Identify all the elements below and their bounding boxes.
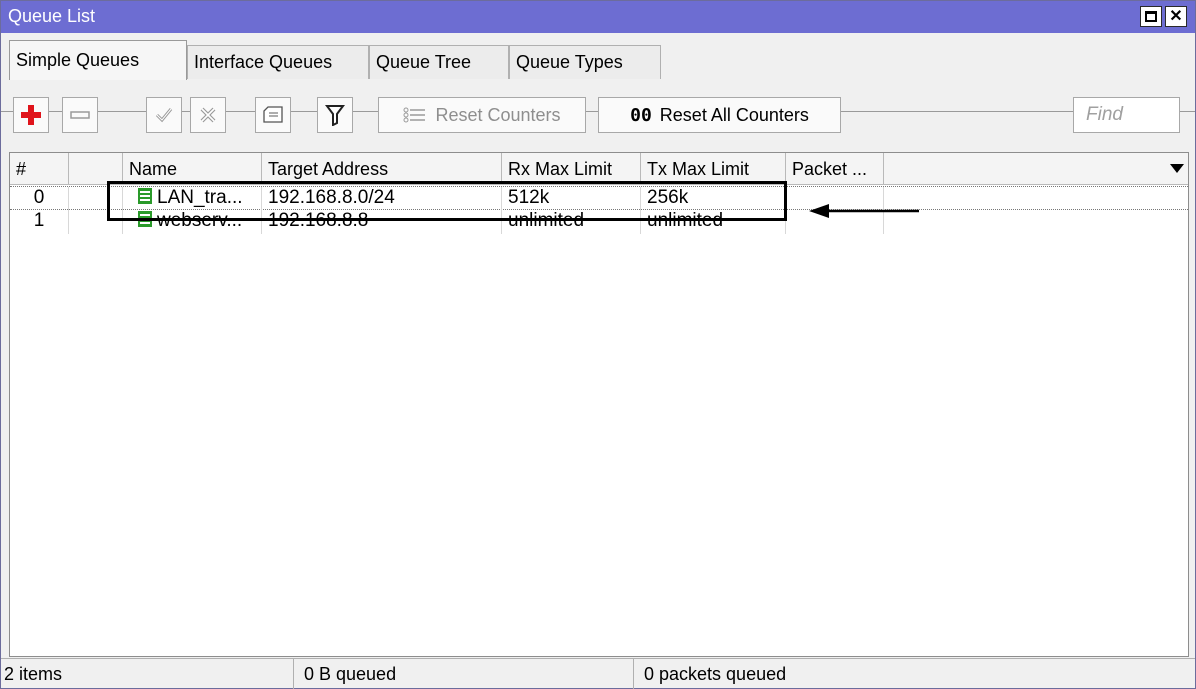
column-header-flags[interactable] — [69, 153, 123, 185]
row-name-cell: webserv... — [123, 210, 262, 234]
add-button[interactable] — [13, 97, 49, 133]
column-header-number[interactable]: # — [10, 153, 69, 185]
cross-icon — [200, 107, 216, 123]
remove-button[interactable] — [62, 97, 98, 133]
column-menu-icon[interactable] — [1170, 164, 1184, 173]
row-flags — [69, 187, 123, 211]
reset-counters-icon — [403, 107, 426, 123]
reset-all-counters-button[interactable]: 00 Reset All Counters — [598, 97, 841, 133]
simple-queue-icon — [138, 188, 152, 205]
row-number: 1 — [10, 210, 69, 234]
disable-button[interactable] — [190, 97, 226, 133]
comment-button[interactable] — [255, 97, 291, 133]
row-target-address: 192.168.8.8 — [262, 210, 502, 234]
column-header-target-address[interactable]: Target Address — [262, 153, 502, 185]
minus-icon — [70, 111, 90, 119]
toolbar: Reset Counters 00 Reset All Counters Fin… — [1, 80, 1195, 152]
status-item-count: 2 items — [1, 659, 294, 689]
row-rx-max-limit: unlimited — [502, 210, 641, 234]
simple-queue-icon — [138, 211, 152, 228]
queue-list-window: Queue List ✕ Simple Queues Interface Que… — [0, 0, 1196, 689]
close-button[interactable]: ✕ — [1165, 6, 1187, 27]
table-row[interactable]: 0 LAN_tra... 192.168.8.0/24 512k 256k — [10, 186, 1188, 211]
maximize-icon — [1145, 11, 1157, 22]
find-input[interactable]: Find — [1073, 97, 1180, 133]
status-bar: 2 items 0 B queued 0 packets queued — [1, 658, 1195, 689]
plus-icon — [21, 105, 41, 125]
row-target-address: 192.168.8.0/24 — [262, 187, 502, 211]
row-name-cell: LAN_tra... — [123, 187, 262, 211]
row-tx-max-limit: unlimited — [641, 210, 786, 234]
table-row[interactable]: 1 webserv... 192.168.8.8 unlimited unlim… — [10, 210, 1188, 234]
row-packet-marks — [786, 187, 884, 211]
row-name: webserv... — [157, 210, 243, 231]
tab-interface-queues[interactable]: Interface Queues — [187, 45, 369, 79]
column-header-name[interactable]: Name — [123, 153, 262, 185]
status-bytes-queued: 0 B queued — [301, 659, 634, 689]
tab-queue-tree[interactable]: Queue Tree — [369, 45, 509, 79]
row-flags — [69, 210, 123, 234]
check-icon — [155, 108, 173, 123]
filter-icon — [325, 105, 345, 126]
row-name: LAN_tra... — [157, 187, 243, 208]
column-header-tx-max-limit[interactable]: Tx Max Limit — [641, 153, 786, 185]
row-tx-max-limit: 256k — [641, 187, 786, 211]
queue-table: # Name Target Address Rx Max Limit Tx Ma… — [9, 152, 1189, 657]
comment-icon — [263, 106, 283, 123]
column-header-packet-marks[interactable]: Packet ... — [786, 153, 884, 185]
reset-counters-button[interactable]: Reset Counters — [378, 97, 586, 133]
tab-bar: Simple Queues Interface Queues Queue Tre… — [1, 33, 1195, 112]
reset-all-counters-label: Reset All Counters — [659, 104, 809, 125]
maximize-button[interactable] — [1140, 6, 1162, 27]
tab-simple-queues[interactable]: Simple Queues — [9, 40, 187, 80]
row-rx-max-limit: 512k — [502, 187, 641, 211]
column-header-rx-max-limit[interactable]: Rx Max Limit — [502, 153, 641, 185]
row-packet-marks — [786, 210, 884, 234]
tab-queue-types[interactable]: Queue Types — [509, 45, 661, 79]
row-number: 0 — [10, 187, 69, 211]
table-header: # Name Target Address Rx Max Limit Tx Ma… — [10, 153, 1188, 185]
close-icon: ✕ — [1169, 7, 1183, 25]
enable-button[interactable] — [146, 97, 182, 133]
reset-counters-label: Reset Counters — [435, 104, 561, 125]
title-bar[interactable]: Queue List ✕ — [1, 1, 1195, 33]
filter-button[interactable] — [317, 97, 353, 133]
status-packets-queued: 0 packets queued — [644, 664, 787, 684]
window-title: Queue List — [8, 6, 96, 26]
reset-all-counters-icon: 00 — [630, 104, 652, 126]
